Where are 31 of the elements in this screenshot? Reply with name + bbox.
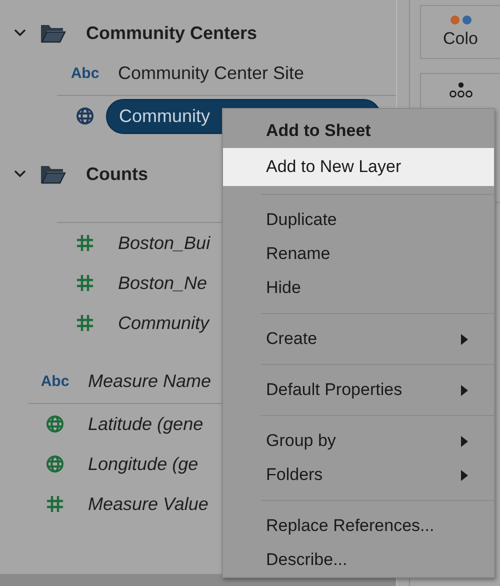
color-card[interactable]: Colo	[420, 5, 500, 59]
field-name[interactable]: Boston_Bui	[118, 232, 210, 254]
field-name[interactable]: Community	[118, 312, 210, 334]
folder-icon	[40, 23, 66, 43]
menu-item[interactable]: Default Properties	[223, 373, 494, 407]
menu-item[interactable]: Folders	[223, 458, 494, 492]
card-label: Colo	[443, 29, 478, 49]
field-name[interactable]: Measure Name	[88, 370, 212, 392]
chevron-down-icon[interactable]	[14, 29, 26, 37]
color-dots-icon	[450, 15, 472, 25]
abc-type-icon: Abc	[40, 372, 70, 390]
field-name[interactable]: Measure Value	[88, 494, 208, 514]
menu-item[interactable]: Duplicate	[223, 203, 494, 237]
menu-item[interactable]: Hide	[223, 271, 494, 305]
chevron-down-icon[interactable]	[14, 170, 26, 178]
field-name[interactable]: Community Center Site	[118, 62, 304, 84]
field-name[interactable]: Boston_Ne	[118, 272, 208, 294]
abc-type-icon: Abc	[70, 64, 100, 82]
menu-item[interactable]: Replace References...	[223, 509, 494, 543]
menu-item[interactable]: Describe...	[223, 543, 494, 577]
detail-dots-icon	[448, 82, 472, 98]
field-name[interactable]: Latitude (gene	[88, 414, 204, 434]
folder-name[interactable]: Community Centers	[86, 22, 258, 44]
menu-item[interactable]: Add to New Layer	[223, 148, 494, 186]
menu-item[interactable]: Rename	[223, 237, 494, 271]
field-name[interactable]: Longitude (ge	[88, 454, 198, 474]
menu-item[interactable]: Create	[223, 322, 494, 356]
folder-name[interactable]: Counts	[86, 164, 148, 184]
menu-item[interactable]: Group by	[223, 424, 494, 458]
folder-icon	[40, 164, 66, 184]
menu-item[interactable]: Add to Sheet	[223, 114, 494, 148]
